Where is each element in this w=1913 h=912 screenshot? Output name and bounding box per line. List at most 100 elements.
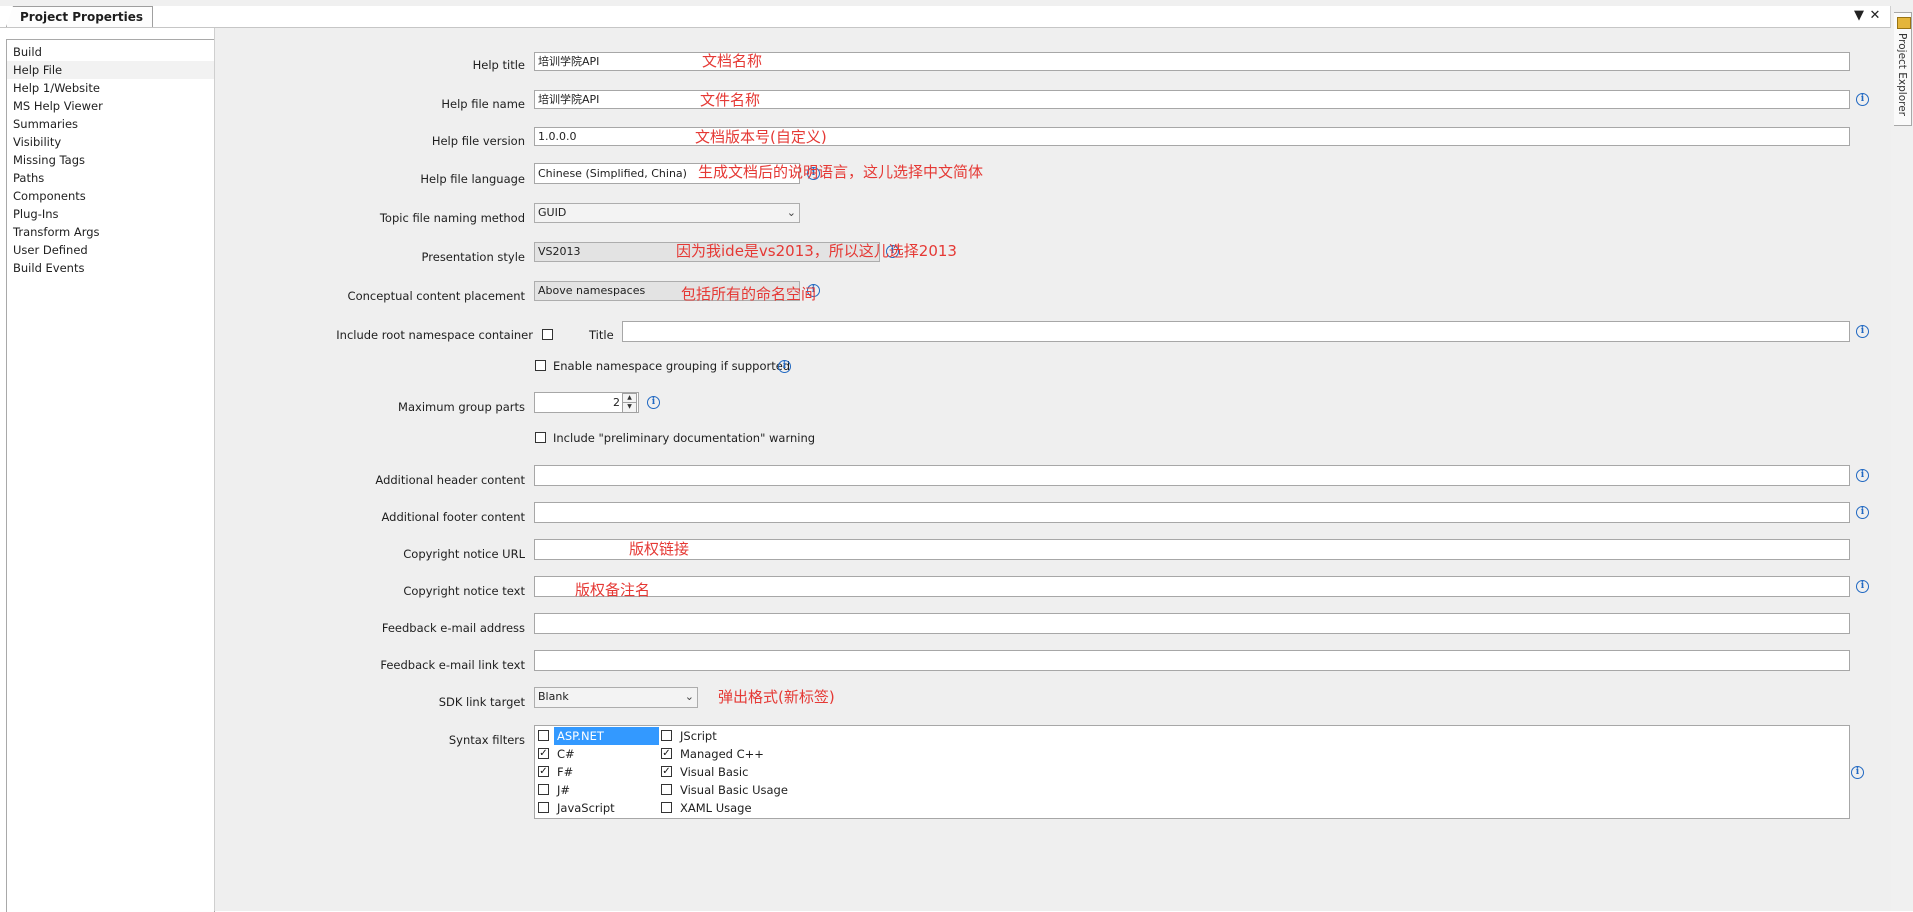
project-explorer-tab[interactable]: Project Explorer — [1894, 12, 1912, 126]
syntax-filter-checkbox[interactable]: ✓ — [538, 748, 549, 759]
annotation-copyright-note: 版权备注名 — [575, 581, 651, 599]
feedback-email-label: Feedback e-mail address — [381, 621, 525, 635]
namespace-title-label: Title — [589, 328, 614, 342]
max-group-parts-stepper[interactable]: 2 ▲ ▼ — [534, 392, 639, 413]
feedback-link-input[interactable] — [534, 650, 1850, 671]
syntax-filter-label: XAML Usage — [680, 801, 752, 815]
annotation-doc-name: 文档名称 — [702, 52, 763, 70]
annotation-file-name: 文件名称 — [700, 91, 761, 109]
nav-item-help-file[interactable]: Help File — [7, 61, 214, 79]
sdk-link-target-value: Blank — [538, 690, 569, 703]
syntax-filter-checkbox[interactable] — [661, 802, 672, 813]
sdk-link-target-dropdown[interactable]: Blank ⌄ — [534, 687, 698, 708]
syntax-filter-checkbox[interactable] — [661, 784, 672, 795]
preliminary-checkbox[interactable] — [535, 432, 546, 443]
syntax-filter-label: Managed C++ — [680, 747, 764, 761]
preliminary-label: Include "preliminary documentation" warn… — [553, 431, 816, 445]
side-tool-strip: Project Explorer — [1890, 6, 1913, 911]
max-group-parts-label: Maximum group parts — [398, 400, 525, 414]
syntax-filter-label: F# — [557, 765, 574, 779]
info-icon[interactable]: i — [1856, 93, 1869, 106]
header-content-label: Additional header content — [375, 473, 525, 487]
help-file-version-label: Help file version — [431, 134, 525, 148]
nav-item-missing-tags[interactable]: Missing Tags — [7, 151, 214, 169]
nav-item-build-events[interactable]: Build Events — [7, 259, 214, 277]
nav-item-summaries[interactable]: Summaries — [7, 115, 214, 133]
nav-item-paths[interactable]: Paths — [7, 169, 214, 187]
feedback-link-label: Feedback e-mail link text — [380, 658, 525, 672]
nav-item-ms-help-viewer[interactable]: MS Help Viewer — [7, 97, 214, 115]
annotation-placement: 包括所有的命名空间 — [681, 285, 817, 303]
syntax-filter-label: C# — [557, 747, 575, 761]
copyright-url-input[interactable] — [534, 539, 1850, 560]
max-group-parts-value: 2 — [613, 396, 620, 409]
info-icon[interactable]: i — [778, 360, 791, 373]
nav-item-visibility[interactable]: Visibility — [7, 133, 214, 151]
namespace-grouping-label: Enable namespace grouping if supported — [553, 359, 791, 373]
content-placement-value: Above namespaces — [538, 284, 646, 297]
sdk-link-target-label: SDK link target — [438, 695, 525, 709]
topic-naming-value: GUID — [538, 206, 567, 219]
syntax-filters-list: ASP.NET ✓ C# ✓ F# J# JavaScript JScript ✓ Managed… — [534, 725, 1850, 819]
annotation-copyright-link: 版权链接 — [629, 540, 690, 558]
help-title-label: Help title — [472, 58, 525, 72]
project-explorer-icon — [1897, 17, 1911, 29]
namespace-title-input[interactable] — [622, 321, 1850, 342]
info-icon[interactable]: i — [647, 396, 660, 409]
syntax-filter-label: ASP.NET — [554, 727, 659, 745]
info-icon[interactable]: i — [1856, 325, 1869, 338]
annotation-popup-format: 弹出格式(新标签) — [718, 688, 835, 706]
project-explorer-label: Project Explorer — [1896, 33, 1908, 116]
annotation-doc-version: 文档版本号(自定义) — [695, 128, 827, 146]
help-file-language-label: Help file language — [420, 172, 525, 186]
syntax-filter-label: Visual Basic — [680, 765, 749, 779]
stepper-down-icon[interactable]: ▼ — [622, 402, 637, 413]
close-icon[interactable]: ✕ — [1867, 6, 1883, 26]
info-icon[interactable]: i — [1856, 506, 1869, 519]
syntax-filter-checkbox[interactable] — [538, 730, 549, 741]
nav-item-plug-ins[interactable]: Plug-Ins — [7, 205, 214, 223]
topic-naming-label: Topic file naming method — [379, 211, 525, 225]
property-category-list: Build Help File Help 1/Website MS Help View… — [6, 39, 215, 912]
chevron-down-icon: ⌄ — [684, 690, 694, 703]
chevron-down-icon: ⌄ — [786, 206, 796, 219]
syntax-filter-checkbox[interactable]: ✓ — [661, 766, 672, 777]
annotation-style: 因为我ide是vs2013，所以这儿选择2013 — [676, 242, 957, 260]
header-content-input[interactable] — [534, 465, 1850, 486]
syntax-filter-checkbox[interactable]: ✓ — [538, 766, 549, 777]
nav-item-user-defined[interactable]: User Defined — [7, 241, 214, 259]
nav-item-components[interactable]: Components — [7, 187, 214, 205]
info-icon[interactable]: i — [1856, 469, 1869, 482]
syntax-filter-checkbox[interactable] — [538, 802, 549, 813]
syntax-filter-label: J# — [557, 783, 571, 797]
nav-item-transform-args[interactable]: Transform Args — [7, 223, 214, 241]
root-namespace-label: Include root namespace container — [336, 328, 533, 342]
info-icon[interactable]: i — [1851, 766, 1864, 779]
syntax-filter-label: JScript — [680, 729, 717, 743]
footer-content-input[interactable] — [534, 502, 1850, 523]
footer-content-label: Additional footer content — [381, 510, 525, 524]
presentation-style-label: Presentation style — [421, 250, 525, 264]
topic-naming-dropdown[interactable]: GUID ⌄ — [534, 203, 800, 223]
tab-dropdown-icon[interactable]: ▼ — [1851, 6, 1867, 26]
info-icon[interactable]: i — [1856, 580, 1869, 593]
nav-item-help-1-website[interactable]: Help 1/Website — [7, 79, 214, 97]
help-file-name-label: Help file name — [441, 97, 525, 111]
root-namespace-checkbox[interactable] — [542, 329, 553, 340]
namespace-grouping-checkbox[interactable] — [535, 360, 546, 371]
syntax-filter-checkbox[interactable] — [661, 730, 672, 741]
copyright-url-label: Copyright notice URL — [403, 547, 525, 561]
copyright-text-label: Copyright notice text — [403, 584, 525, 598]
nav-item-build[interactable]: Build — [7, 43, 214, 61]
syntax-filter-checkbox[interactable] — [538, 784, 549, 795]
syntax-filter-label: JavaScript — [557, 801, 615, 815]
tab-project-properties[interactable]: Project Properties — [6, 6, 153, 27]
document-tab-strip: Project Properties — [0, 6, 1890, 28]
presentation-style-value: VS2013 — [538, 245, 581, 258]
copyright-text-input[interactable] — [534, 576, 1850, 597]
content-placement-label: Conceptual content placement — [347, 289, 525, 303]
syntax-filter-checkbox[interactable]: ✓ — [661, 748, 672, 759]
syntax-filters-label: Syntax filters — [448, 733, 525, 747]
annotation-language: 生成文档后的说明语言，这儿选择中文简体 — [698, 163, 984, 181]
feedback-email-input[interactable] — [534, 613, 1850, 634]
